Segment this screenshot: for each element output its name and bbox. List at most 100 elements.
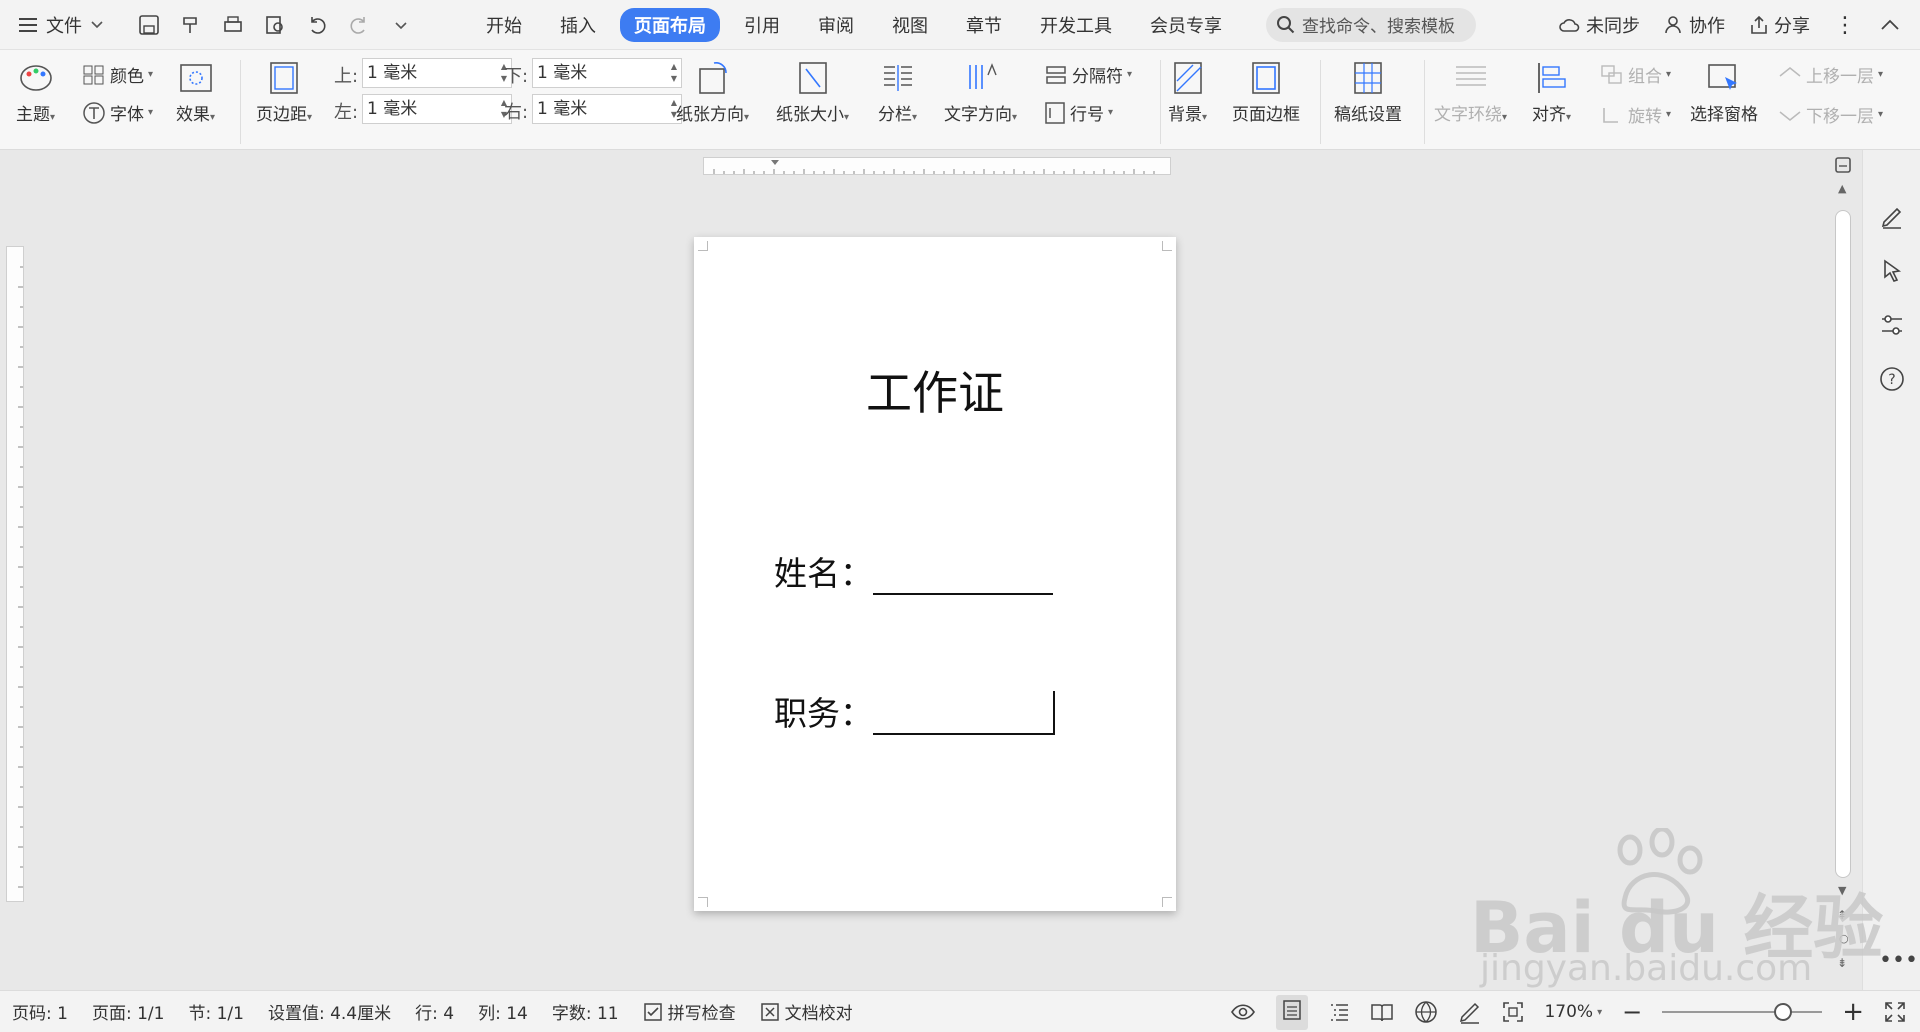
- position-label: 职务：: [774, 694, 873, 733]
- customize-toolbar-icon[interactable]: [390, 14, 412, 36]
- fullscreen-icon[interactable]: [1884, 1001, 1906, 1023]
- background-button[interactable]: 背景▾: [1168, 60, 1207, 125]
- write-mode-icon[interactable]: [1458, 1000, 1482, 1024]
- collapse-ribbon-icon[interactable]: [1880, 15, 1900, 36]
- sync-status-button[interactable]: 未同步: [1559, 12, 1640, 38]
- settings-sliders-icon[interactable]: [1879, 312, 1905, 338]
- print-icon[interactable]: [222, 14, 244, 36]
- vertical-scrollbar[interactable]: ▲ ▼ ⇞ ○ ⇟: [1832, 150, 1854, 980]
- zoom-out-icon[interactable]: −: [1622, 1000, 1642, 1024]
- help-icon[interactable]: ?: [1879, 366, 1905, 392]
- tab-review[interactable]: 审阅: [804, 8, 868, 42]
- fit-page-icon[interactable]: [1502, 1001, 1524, 1023]
- rotate-button[interactable]: 旋转 ▾: [1600, 102, 1671, 127]
- zoom-slider-knob[interactable]: [1774, 1003, 1793, 1021]
- undo-icon[interactable]: [306, 14, 328, 36]
- name-line[interactable]: 姓名：: [774, 547, 1053, 595]
- text-direction-icon: [963, 60, 999, 96]
- margin-left-input[interactable]: 1 毫米 ▲ ▼: [362, 94, 512, 124]
- command-search-box[interactable]: 查找命令、搜索模板: [1266, 7, 1476, 42]
- reading-view-icon[interactable]: [1370, 1001, 1394, 1023]
- align-button[interactable]: 对齐▾: [1532, 60, 1571, 125]
- zoom-slider[interactable]: [1662, 1003, 1823, 1021]
- effects-button[interactable]: 效果▾: [176, 60, 215, 125]
- status-word-count[interactable]: 字数: 11: [540, 999, 631, 1024]
- status-row[interactable]: 行: 4: [403, 999, 466, 1024]
- ribbon-tabs: 开始 插入 页面布局 引用 审阅 视图 章节 开发工具 会员专享 查找命令、搜索…: [472, 7, 1476, 42]
- scrollbar-thumb[interactable]: [1835, 210, 1851, 878]
- eye-protection-icon[interactable]: [1230, 1002, 1256, 1022]
- pen-edit-icon[interactable]: [1879, 204, 1905, 230]
- document-proof-button[interactable]: 文档校对: [748, 999, 865, 1024]
- zoom-in-icon[interactable]: +: [1842, 999, 1864, 1025]
- margin-bottom-input[interactable]: 1 毫米 ▲ ▼: [532, 58, 682, 88]
- tab-page-layout[interactable]: 页面布局: [620, 7, 720, 42]
- zoom-level-dropdown[interactable]: 170% ▾: [1544, 1002, 1602, 1022]
- status-setting-value[interactable]: 设置值: 4.4厘米: [256, 999, 403, 1024]
- tab-view[interactable]: 视图: [878, 8, 942, 42]
- outline-view-icon[interactable]: [1328, 1001, 1350, 1023]
- margins-button[interactable]: 页边距▾: [256, 60, 312, 125]
- margins-label: 页边距: [256, 105, 307, 125]
- manuscript-settings-button[interactable]: 稿纸设置: [1334, 60, 1402, 125]
- paper-size-button[interactable]: 纸张大小▾: [776, 60, 849, 125]
- tab-developer[interactable]: 开发工具: [1026, 8, 1126, 42]
- ruler-toggle-icon[interactable]: [1832, 156, 1854, 174]
- margin-right-label: 右:: [504, 102, 529, 123]
- redo-icon[interactable]: [348, 14, 370, 36]
- divider: [240, 60, 241, 144]
- web-view-icon[interactable]: [1414, 1000, 1438, 1024]
- more-options-icon[interactable]: ⋮: [1834, 13, 1856, 38]
- send-backward-button[interactable]: 下移一层 ▾: [1778, 102, 1883, 127]
- divider: [1160, 60, 1161, 144]
- page-view-button[interactable]: [1276, 994, 1309, 1030]
- print-preview-icon[interactable]: [264, 14, 286, 36]
- font-theme-button[interactable]: 字体 ▾: [82, 100, 153, 125]
- color-button[interactable]: 颜色 ▾: [82, 62, 153, 87]
- bring-forward-button[interactable]: 上移一层 ▾: [1778, 62, 1883, 87]
- document-title[interactable]: 工作证: [694, 357, 1176, 423]
- page-corner-mark: [1162, 241, 1172, 251]
- margin-top-input[interactable]: 1 毫米 ▲ ▼: [362, 58, 512, 88]
- format-painter-icon[interactable]: [180, 14, 202, 36]
- line-numbers-button[interactable]: 行号 ▾: [1044, 100, 1113, 125]
- pointer-select-icon[interactable]: [1879, 258, 1905, 284]
- save-icon[interactable]: [138, 14, 160, 36]
- selection-pane-button[interactable]: 选择窗格: [1690, 60, 1758, 125]
- page-corner-mark: [698, 897, 708, 907]
- tab-home[interactable]: 开始: [472, 8, 536, 42]
- collaborate-button[interactable]: 协作: [1664, 12, 1725, 38]
- columns-button[interactable]: 分栏▾: [878, 60, 917, 125]
- text-direction-button[interactable]: 文字方向▾: [944, 60, 1017, 125]
- margin-right-input[interactable]: 1 毫米 ▲ ▼: [532, 94, 682, 124]
- position-line[interactable]: 职务：: [774, 687, 1055, 735]
- spell-check-button[interactable]: 拼写检查: [631, 999, 748, 1024]
- tab-insert[interactable]: 插入: [546, 8, 610, 42]
- text-wrap-icon: [1453, 60, 1489, 96]
- tab-sections[interactable]: 章节: [952, 8, 1016, 42]
- share-button[interactable]: 分享: [1749, 12, 1810, 38]
- tab-references[interactable]: 引用: [730, 8, 794, 42]
- orientation-button[interactable]: 纸张方向▾: [676, 60, 749, 125]
- document-page[interactable]: 工作证 姓名： 职务：: [694, 237, 1176, 911]
- horizontal-ruler[interactable]: [703, 157, 1171, 175]
- status-page-count[interactable]: 页面: 1/1: [80, 999, 177, 1024]
- spell-check-label: 拼写检查: [667, 1004, 736, 1024]
- page-border-button[interactable]: 页面边框: [1232, 60, 1300, 125]
- file-menu-button[interactable]: 文件: [18, 12, 104, 38]
- zoom-level-label: 170%: [1544, 1002, 1594, 1022]
- hamburger-icon: [19, 17, 37, 32]
- breaks-button[interactable]: 分隔符 ▾: [1044, 62, 1132, 87]
- tab-member[interactable]: 会员专享: [1136, 8, 1236, 42]
- theme-button[interactable]: 主题▾: [16, 60, 55, 125]
- status-column[interactable]: 列: 14: [466, 999, 540, 1024]
- status-page-number[interactable]: 页码: 1: [0, 999, 80, 1024]
- status-section[interactable]: 节: 1/1: [176, 999, 256, 1024]
- group-button[interactable]: 组合 ▾: [1600, 62, 1671, 87]
- effects-label: 效果: [176, 105, 210, 125]
- scroll-up-icon[interactable]: ▲: [1838, 182, 1846, 195]
- vertical-ruler[interactable]: [6, 246, 24, 902]
- text-wrap-button[interactable]: 文字环绕▾: [1434, 60, 1507, 125]
- text-wrap-label: 文字环绕: [1434, 105, 1502, 125]
- group-label: 组合: [1628, 67, 1662, 87]
